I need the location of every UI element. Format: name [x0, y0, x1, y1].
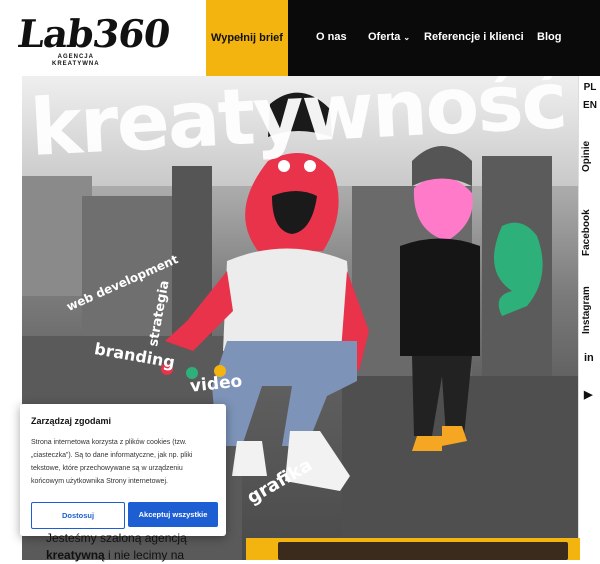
- nav-item-references[interactable]: Referencje i klienci: [424, 31, 524, 43]
- logo-subtitle: AGENCJA KREATYWNA: [52, 54, 100, 68]
- cookie-consent-dialog: Zarządzaj zgodami Strona internetowa kor…: [20, 404, 226, 536]
- character-arm: [165, 271, 233, 351]
- cookie-body: Strona internetowa korzysta z plików coo…: [31, 439, 193, 485]
- intro-text: Jesteśmy szaloną agencją kreatywną i nie…: [46, 530, 242, 564]
- youtube-icon[interactable]: ▶: [584, 388, 592, 401]
- brief-button[interactable]: Wypełnij brief: [206, 0, 288, 76]
- cookie-title: Zarządzaj zgodami: [31, 416, 112, 426]
- cookie-customize-button[interactable]: Dostosuj: [31, 502, 125, 529]
- green-creature: [494, 222, 543, 316]
- character-eye: [304, 160, 316, 172]
- facebook-link[interactable]: Facebook: [581, 209, 592, 256]
- opinie-link[interactable]: Opinie: [581, 141, 592, 172]
- side-rail: PL EN Opinie Facebook Instagram in ▶: [578, 76, 600, 560]
- character2-sock: [412, 436, 442, 451]
- character-jeans: [212, 341, 357, 446]
- character2-pants: [412, 356, 472, 436]
- nav-item-blog[interactable]: Blog: [537, 31, 561, 43]
- video-frame: [278, 542, 568, 560]
- nav-item-about[interactable]: O nas: [316, 31, 347, 43]
- cookie-accept-all-button[interactable]: Akceptuj wszystkie: [128, 502, 218, 527]
- character-shirt: [223, 248, 353, 351]
- logo-text: Lab360: [14, 11, 173, 56]
- logo[interactable]: Lab360 AGENCJA KREATYWNA: [15, 11, 173, 72]
- character2-head: [413, 176, 473, 241]
- video-thumbnail[interactable]: [270, 538, 580, 560]
- lang-en-link[interactable]: EN: [579, 100, 600, 111]
- logo-subtitle-line1: AGENCJA: [57, 54, 94, 60]
- nav-item-offer-label: Oferta: [368, 31, 401, 43]
- lang-pl-link[interactable]: PL: [579, 82, 600, 93]
- linkedin-icon[interactable]: in: [584, 352, 594, 364]
- chevron-down-icon: ⌄: [403, 33, 411, 42]
- site-header: Lab360 AGENCJA KREATYWNA Wypełnij brief …: [0, 0, 600, 76]
- nav-item-offer[interactable]: Oferta ⌄: [368, 31, 410, 43]
- character2-hoodie: [400, 238, 480, 356]
- character-sneaker: [232, 441, 267, 476]
- instagram-link[interactable]: Instagram: [581, 286, 592, 334]
- accent-block: [246, 538, 270, 560]
- character-eye: [278, 160, 290, 172]
- logo-subtitle-line2: KREATYWNA: [52, 61, 100, 67]
- intro-line1: Jesteśmy szaloną agencją: [46, 531, 187, 545]
